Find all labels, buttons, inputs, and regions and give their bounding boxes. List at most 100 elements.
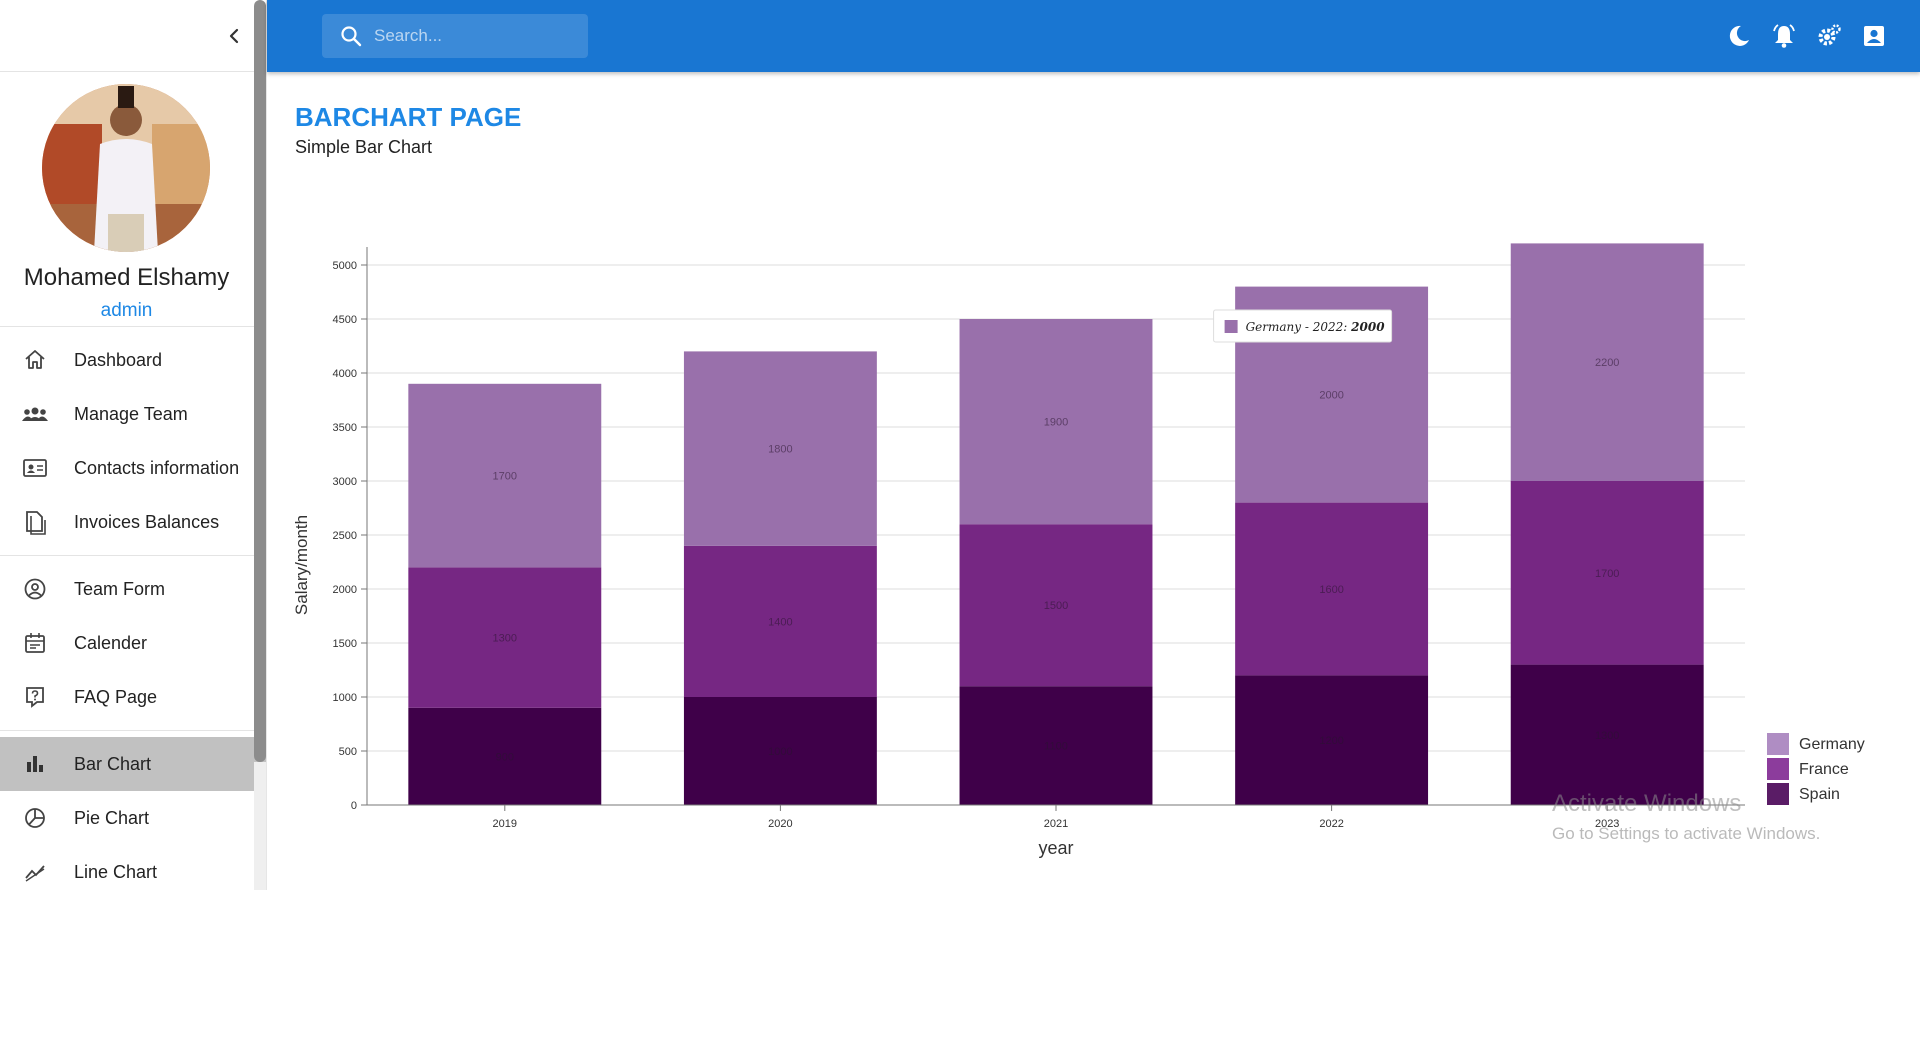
y-tick-label: 2500 [333,530,357,542]
bar-chart[interactable]: 900 1300 1700 1000 1400 1800 1100 1500 1900 1200 1… [270,220,1870,880]
bar-value-label: 1100 [1044,741,1068,753]
y-tick-label: 2000 [333,584,357,596]
sidebar-item-pie-chart[interactable]: Pie Chart [0,791,266,845]
person-outline-icon [22,576,48,602]
bar-value-label: 1900 [1044,417,1068,429]
home-icon [22,347,48,373]
bar-value-label: 1800 [768,444,792,456]
dark-mode-icon[interactable] [1726,23,1752,49]
sidebar-item-label: Contacts information [74,457,240,478]
bar-value-label: 1700 [1595,568,1619,580]
sidebar-item-label: Line Chart [74,861,158,882]
account-icon[interactable] [1861,23,1887,49]
tooltip-text: Germany - 2022: 2000 [1246,320,1386,334]
sidebar-scrollbar-track[interactable] [254,762,266,890]
x-tick-label: 2021 [1044,818,1068,830]
sidebar-item-label: FAQ Page [74,686,158,707]
bar-chart-icon [22,751,48,777]
sidebar-item-dashboard[interactable]: Dashboard [0,333,266,387]
pie-chart-icon [22,805,48,831]
y-axis-ticks: 0 500 1000 1500 2000 2500 3000 3500 4000 4500 5000 [333,247,368,812]
sidebar-item-invoices[interactable]: Invoices Balances [0,495,266,549]
legend-swatch [1767,783,1789,805]
user-role: admin [100,300,153,321]
y-tick-label: 3000 [333,476,357,488]
page-title: BARCHART PAGE [295,102,522,132]
chart-tooltip: Germany - 2022: 2000 [1213,309,1393,343]
sidebar-scrollbar-thumb[interactable] [254,0,266,762]
collapse-sidebar-button[interactable] [220,22,248,50]
nav-group-main: Dashboard Manage Team Contacts informati… [0,327,266,556]
calendar-icon [22,630,48,656]
bar-value-label: 1700 [493,471,517,483]
chevron-left-icon [229,28,239,44]
legend-label[interactable]: Germany [1799,736,1865,753]
sidebar-item-label: Invoices Balances [74,511,220,532]
y-tick-label: 1500 [333,638,357,650]
sidebar-item-line-chart[interactable]: Line Chart [0,845,266,890]
sidebar-item-label: Team Form [74,578,166,599]
avatar-photo [42,84,210,252]
y-tick-label: 4000 [333,368,357,380]
chart-bars: 900 1300 1700 1000 1400 1800 1100 1500 1900 1200 1… [408,243,1704,805]
y-tick-label: 0 [351,800,357,812]
bar-value-label: 1000 [768,746,792,758]
sidebar-item-label: Manage Team [74,403,188,424]
app-root: Mohamed Elshamy admin Dashboard Manage T… [0,0,1920,1042]
activation-watermark-subtitle: Go to Settings to activate Windows. [1552,824,1821,843]
bar-value-label: 1500 [1044,600,1068,612]
x-axis-ticks: 2019 2020 2021 2022 2023 [367,804,1745,830]
top-bar [267,0,1920,72]
bar-value-label: 900 [496,751,514,763]
y-tick-label: 3500 [333,422,357,434]
sidebar-item-contacts[interactable]: Contacts information [0,441,266,495]
legend-swatch [1767,758,1789,780]
notifications-icon[interactable] [1771,23,1797,49]
bar-value-label: 1400 [768,616,792,628]
sidebar-item-label: Dashboard [74,349,163,370]
sidebar-item-calendar[interactable]: Calender [0,616,266,670]
legend-label[interactable]: France [1799,761,1849,778]
page-subtitle: Simple Bar Chart [295,137,433,157]
x-tick-label: 2019 [493,818,517,830]
tooltip-value: 2000 [1350,320,1385,334]
y-tick-label: 1000 [333,692,357,704]
legend-swatch [1767,733,1789,755]
legend-label[interactable]: Spain [1799,786,1840,803]
line-chart-icon [22,859,48,885]
invoices-icon [22,509,48,535]
sidebar-item-label: Bar Chart [74,753,152,774]
contacts-icon [22,455,48,481]
bar-value-label: 2200 [1595,357,1619,369]
sidebar: Mohamed Elshamy admin Dashboard Manage T… [0,0,267,890]
bar-value-label: 1300 [1595,730,1619,742]
sidebar-item-faq[interactable]: FAQ Page [0,670,266,724]
x-axis-label: year [1038,838,1073,858]
bar-value-label: 1200 [1319,735,1343,747]
y-tick-label: 4500 [333,314,357,326]
user-profile: Mohamed Elshamy admin [0,72,266,327]
search-input[interactable] [374,20,574,52]
nav-group-charts: Bar Chart Pie Chart Line Chart [0,731,266,890]
sidebar-item-manage-team[interactable]: Manage Team [0,387,266,441]
sidebar-item-label: Calender [74,632,148,653]
settings-icon[interactable] [1816,23,1842,49]
bar-value-label: 2000 [1319,390,1343,402]
y-tick-label: 500 [339,746,357,758]
chart-legend: Germany France Spain [1767,733,1865,805]
tooltip-prefix: Germany - 2022: [1246,320,1352,334]
avatar[interactable] [42,84,210,252]
search-icon[interactable] [340,25,362,47]
search-box[interactable] [322,14,588,58]
help-icon [22,684,48,710]
sidebar-item-team-form[interactable]: Team Form [0,562,266,616]
people-icon [22,401,48,427]
y-tick-label: 5000 [333,260,357,272]
x-tick-label: 2020 [768,818,792,830]
bar-value-label: 1300 [493,633,517,645]
sidebar-item-label: Pie Chart [74,807,150,828]
user-name: Mohamed Elshamy [23,264,230,291]
sidebar-top [0,0,266,72]
y-axis-label: Salary/month [292,515,311,615]
sidebar-item-bar-chart[interactable]: Bar Chart [0,737,266,791]
